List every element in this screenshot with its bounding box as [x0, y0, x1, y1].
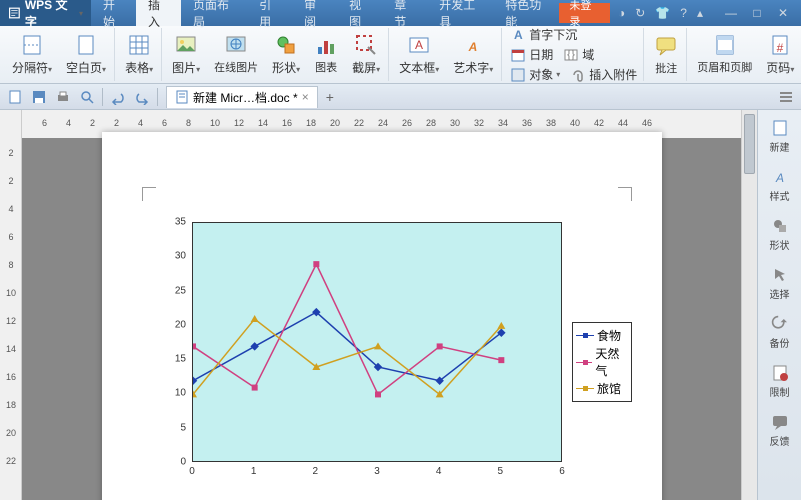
qat-print-icon[interactable] [52, 87, 74, 107]
svg-text:{}: {} [567, 47, 575, 61]
svg-text:A: A [468, 40, 478, 54]
screenshot-button[interactable]: 截屏▾ [348, 31, 384, 78]
side-new[interactable]: 新建 [758, 116, 801, 157]
close-button[interactable]: ✕ [771, 6, 795, 20]
svg-text:#: # [777, 41, 784, 55]
chart-y-axis: 05101520253035 [152, 222, 190, 462]
collapse-ribbon-icon[interactable]: ▴ [697, 6, 703, 20]
wps-logo-icon [8, 6, 21, 20]
maximize-button[interactable]: □ [745, 6, 769, 20]
app-name: WPS 文字 [25, 0, 75, 30]
qat-undo-icon[interactable] [107, 87, 129, 107]
margin-corner-icon [142, 187, 156, 201]
doc-icon [175, 90, 189, 104]
side-feedback[interactable]: 反馈 [758, 410, 801, 451]
title-bar: WPS 文字 ▾ 开始 插入 页面布局 引用 审阅 视图 章节 开发工具 特色功… [0, 0, 801, 26]
separator-button[interactable]: 分隔符▾ [8, 31, 56, 78]
help-icon[interactable]: ? [680, 6, 687, 20]
tab-developer[interactable]: 开发工具 [427, 0, 493, 26]
scroll-thumb[interactable] [744, 114, 755, 174]
comment-button[interactable]: 批注 [650, 32, 682, 78]
headerfooter-button[interactable]: 页眉和页脚 [693, 31, 756, 78]
side-style[interactable]: A样式 [758, 165, 801, 206]
ribbon: 分隔符▾ 空白页▾ 表格▾ 图片▾ 在线图片 形状▾ 图表 截屏▾ A文本框▾ … [0, 26, 801, 84]
shape-button[interactable]: 形状▾ [268, 31, 304, 78]
table-button[interactable]: 表格▾ [121, 31, 157, 78]
title-tools: ◑ ↻ 👕 ? ▴ — □ ✕ [618, 6, 801, 20]
picture-button[interactable]: 图片▾ [168, 31, 204, 78]
tab-pagelayout[interactable]: 页面布局 [181, 0, 247, 26]
margin-corner-icon [618, 187, 632, 201]
login-button[interactable]: 未登录 [559, 3, 610, 23]
app-menu-dropdown-icon: ▾ [79, 9, 83, 18]
shop-icon[interactable]: 👕 [655, 6, 670, 20]
qat-new-icon[interactable] [4, 87, 26, 107]
doc-tab-close-icon[interactable]: × [302, 90, 309, 104]
shape-icon [771, 217, 789, 235]
chart-legend: 食物天然气旅馆 [572, 322, 632, 402]
svg-text:A: A [415, 38, 423, 52]
vertical-ruler[interactable]: 2246810121416182022 [0, 110, 22, 500]
add-tab-button[interactable]: + [326, 89, 334, 105]
qat-save-icon[interactable] [28, 87, 50, 107]
sync-icon[interactable]: ↻ [635, 6, 645, 20]
onlinepic-button[interactable]: 在线图片 [210, 31, 262, 78]
date-button[interactable]: 日期 [510, 46, 553, 63]
qat-menu-icon[interactable] [775, 87, 797, 107]
vertical-scrollbar[interactable] [741, 110, 757, 500]
blankpage-button[interactable]: 空白页▾ [62, 31, 110, 78]
minimize-button[interactable]: — [719, 6, 743, 20]
tab-references[interactable]: 引用 [247, 0, 292, 26]
limit-icon [771, 364, 789, 382]
menu-tabs: 开始 插入 页面布局 引用 审阅 视图 章节 开发工具 特色功能 [91, 0, 559, 26]
tab-review[interactable]: 审阅 [292, 0, 337, 26]
tab-section[interactable]: 章节 [382, 0, 427, 26]
textbox-button[interactable]: A文本框▾ [395, 31, 443, 78]
backup-icon [771, 315, 789, 333]
document-canvas[interactable]: 6422468101214161820222426283032343638404… [22, 110, 741, 500]
tab-home[interactable]: 开始 [91, 0, 136, 26]
chart-object[interactable]: 05101520253035 0123456 食物天然气旅馆 [152, 222, 632, 482]
wordart-button[interactable]: A艺术字▾ [449, 31, 497, 78]
workspace: 2246810121416182022 64224681012141618202… [0, 110, 801, 500]
side-limit[interactable]: 限制 [758, 361, 801, 402]
select-icon [771, 266, 789, 284]
svg-text:A: A [774, 171, 783, 185]
side-shape[interactable]: 形状 [758, 214, 801, 255]
tab-insert[interactable]: 插入 [136, 0, 181, 26]
doc-tab-name: 新建 Micr…档.doc * [193, 89, 298, 106]
qat-preview-icon[interactable] [76, 87, 98, 107]
object-button[interactable]: 对象▾ [510, 66, 560, 83]
page: 05101520253035 0123456 食物天然气旅馆 [102, 132, 662, 500]
document-tab[interactable]: 新建 Micr…档.doc * × [166, 86, 318, 108]
side-panel: 新建 A样式形状选择备份限制反馈 [757, 110, 801, 500]
chart-plot-area [192, 222, 562, 462]
svg-text:A: A [514, 28, 523, 42]
pagenum-button[interactable]: #页码▾ [762, 31, 798, 78]
app-menu[interactable]: WPS 文字 ▾ [0, 0, 91, 26]
chart-button[interactable]: 图表 [310, 31, 342, 78]
attach-button[interactable]: 插入附件 [570, 66, 637, 83]
side-backup[interactable]: 备份 [758, 312, 801, 353]
qat-redo-icon[interactable] [131, 87, 153, 107]
field-button[interactable]: {}域 [563, 46, 594, 63]
style-icon: A [771, 168, 789, 186]
tab-view[interactable]: 视图 [337, 0, 382, 26]
skin-icon[interactable]: ◑ [618, 6, 625, 20]
feedback-icon [771, 413, 789, 431]
side-select[interactable]: 选择 [758, 263, 801, 304]
dropcap-button[interactable]: A首字下沉 [510, 26, 577, 43]
tab-special[interactable]: 特色功能 [493, 0, 559, 26]
quick-access-toolbar: 新建 Micr…档.doc * × + [0, 84, 801, 110]
new-icon [771, 119, 789, 137]
